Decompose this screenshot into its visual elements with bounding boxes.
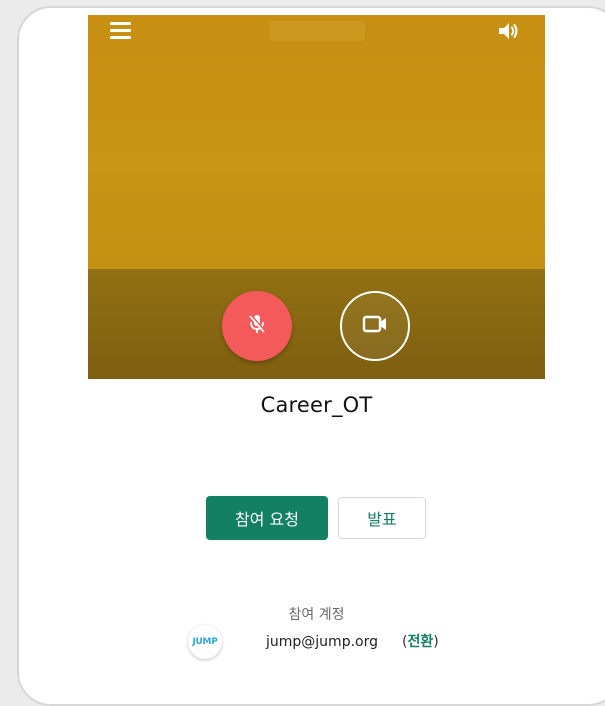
account-email: jump@jump.org — [266, 634, 378, 650]
request-join-button[interactable]: 참여 요청 — [206, 496, 328, 540]
speaker-icon[interactable] — [496, 20, 522, 42]
switch-account: (전환) — [402, 631, 439, 651]
switch-account-link[interactable]: 전환 — [407, 634, 433, 650]
mic-toggle-button[interactable] — [222, 291, 292, 361]
switch-paren-close: ) — [433, 634, 439, 650]
mic-off-icon — [244, 311, 270, 341]
menu-icon[interactable] — [110, 22, 132, 40]
top-info-placeholder — [270, 21, 365, 41]
camera-icon — [361, 313, 389, 339]
camera-toggle-button[interactable] — [340, 291, 410, 361]
video-controls-bar — [88, 269, 545, 379]
present-button[interactable]: 발표 — [338, 497, 426, 539]
account-label: 참여 계정 — [288, 607, 345, 623]
avatar: JUMP — [188, 625, 222, 659]
meeting-title: Career_OT — [260, 393, 373, 417]
avatar-logo-text: JUMP — [192, 637, 218, 647]
video-preview — [88, 15, 545, 379]
